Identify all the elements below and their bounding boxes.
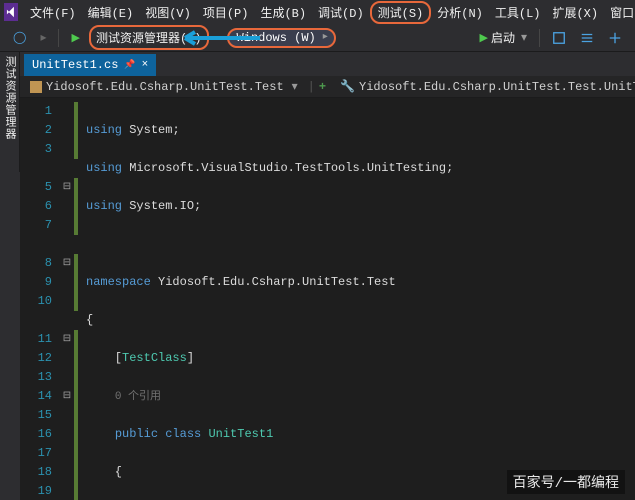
code-content[interactable]: using System; using Microsoft.VisualStud… (78, 98, 635, 500)
nav-class[interactable]: 🔧 Yidosoft.Edu.Csharp.UnitTest.Test.UnitT… (334, 79, 635, 94)
toolbar-icon-1[interactable] (547, 29, 571, 47)
fold-toggle[interactable]: ⊟ (60, 387, 74, 406)
close-icon[interactable]: × (142, 59, 149, 71)
separator (58, 29, 59, 47)
menu-file[interactable]: 文件(F) (24, 1, 82, 24)
menu-build[interactable]: 生成(B) (254, 1, 312, 24)
tab-label: UnitTest1.cs (32, 58, 118, 72)
nav-namespace[interactable]: Yidosoft.Edu.Csharp.UnitTest.Test▾ (24, 79, 304, 94)
nav-back-button[interactable]: ◯ (8, 28, 31, 47)
run-icon[interactable]: ▶ (66, 29, 84, 47)
menu-project[interactable]: 项目(P) (197, 1, 255, 24)
nav-cls-label: Yidosoft.Edu.Csharp.UnitTest.Test.UnitTe… (359, 80, 635, 94)
menu-debug[interactable]: 调试(D) (312, 1, 370, 24)
tab-unittest1[interactable]: UnitTest1.cs 📌 × (24, 54, 156, 76)
menu-tools[interactable]: 工具(L) (489, 1, 547, 24)
fold-gutter: ⊟⊟⊟⊟⊟ (60, 98, 74, 500)
separator (539, 29, 540, 47)
code-editor[interactable]: 123567891011121314151617181920212223 ⊟ ⊟ ⊟… (20, 98, 635, 500)
fold-toggle[interactable]: ⊟ (60, 254, 74, 273)
fold-toggle[interactable]: ⊟ (60, 178, 74, 197)
toolbar-icon-2[interactable] (575, 29, 599, 47)
nav-ns-label: Yidosoft.Edu.Csharp.UnitTest.Test (46, 80, 284, 94)
menu-bar: 文件(F) 编辑(E) 视图(V) 项目(P) 生成(B) 调试(D) 测试(S… (0, 0, 635, 24)
start-label: 启动 (491, 29, 515, 46)
vs-logo-icon (4, 3, 18, 21)
start-button[interactable]: ▶启动▾ (474, 27, 532, 48)
code-nav-bar: Yidosoft.Edu.Csharp.UnitTest.Test▾ | + 🔧… (0, 76, 635, 98)
test-explorer-side-tab[interactable]: 测试资源管理器 (0, 52, 20, 172)
menu-extensions[interactable]: 扩展(X) (546, 1, 604, 24)
document-tab-bar: UnitTest1.cs 📌 × (0, 52, 635, 76)
add-icon[interactable]: + (319, 80, 326, 94)
menu-window[interactable]: 窗口(W) (604, 1, 635, 24)
menu-analyze[interactable]: 分析(N) (431, 1, 489, 24)
menu-edit[interactable]: 编辑(E) (82, 1, 140, 24)
watermark: 百家号/一都编程 (507, 470, 625, 494)
pin-icon[interactable]: 📌 (124, 60, 135, 70)
toolbar: ◯ ▸ ▶ 测试资源管理器(T) Windows (W) ▶启动▾ (0, 24, 635, 52)
fold-toggle[interactable]: ⊟ (60, 330, 74, 349)
toolbar-icon-3[interactable] (603, 29, 627, 47)
class-icon: 🔧 (340, 79, 355, 94)
annotation-arrow-icon (180, 28, 270, 48)
nav-fwd-button[interactable]: ▸ (35, 28, 51, 47)
namespace-icon (30, 81, 42, 93)
line-gutter: 123567891011121314151617181920212223 (20, 98, 60, 500)
menu-test[interactable]: 测试(S) (370, 1, 432, 24)
menu-view[interactable]: 视图(V) (139, 1, 197, 24)
nav-separator: | (308, 80, 315, 94)
